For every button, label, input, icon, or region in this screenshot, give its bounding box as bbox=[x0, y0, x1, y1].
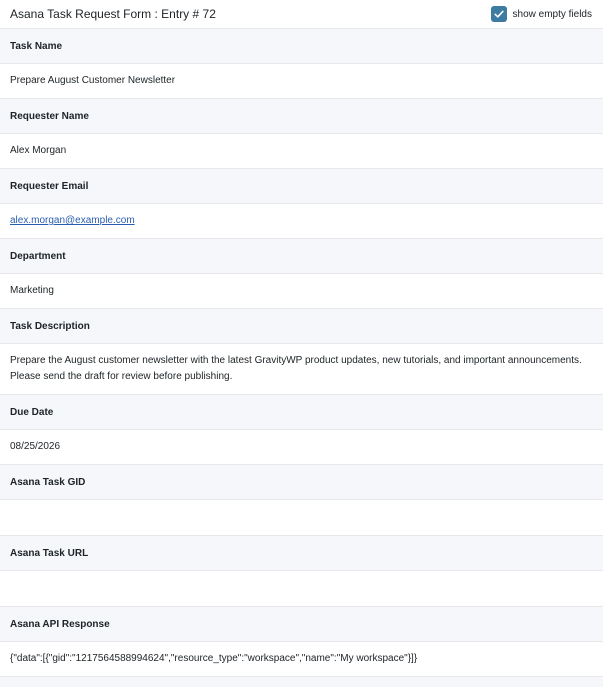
field-label-task-description: Task Description bbox=[0, 309, 603, 344]
field-value-task-name: Prepare August Customer Newsletter bbox=[0, 64, 603, 99]
field-value-due-date: 08/25/2026 bbox=[0, 430, 603, 465]
field-value-department: Marketing bbox=[0, 274, 603, 309]
field-value-asana-api-response: {"data":[{"gid":"1217564588994624","reso… bbox=[0, 642, 603, 677]
field-label-department: Department bbox=[0, 239, 603, 274]
field-value-task-description: Prepare the August customer newsletter w… bbox=[0, 344, 603, 395]
field-value-requester-email: alex.morgan@example.com bbox=[0, 204, 603, 239]
field-label-asana-task-gid: Asana Task GID bbox=[0, 465, 603, 500]
show-empty-fields-checkbox[interactable] bbox=[490, 6, 507, 22]
checkmark-icon bbox=[493, 10, 504, 18]
field-label-requester-email: Requester Email bbox=[0, 169, 603, 204]
entry-header: Asana Task Request Form : Entry # 72 sho… bbox=[0, 0, 603, 29]
field-label-asana-api-response: Asana API Response bbox=[0, 607, 603, 642]
entry-title: Asana Task Request Form : Entry # 72 bbox=[10, 7, 216, 21]
field-label-asana-task-url: Asana Task URL bbox=[0, 536, 603, 571]
panel-footer bbox=[0, 677, 603, 687]
entry-detail-panel: Asana Task Request Form : Entry # 72 sho… bbox=[0, 0, 603, 690]
field-label-requester-name: Requester Name bbox=[0, 99, 603, 134]
field-label-due-date: Due Date bbox=[0, 395, 603, 430]
field-value-asana-task-url bbox=[0, 571, 603, 607]
show-empty-fields-toggle[interactable]: show empty fields bbox=[490, 6, 592, 22]
requester-email-link[interactable]: alex.morgan@example.com bbox=[10, 213, 135, 229]
field-value-requester-name: Alex Morgan bbox=[0, 134, 603, 169]
field-label-task-name: Task Name bbox=[0, 29, 603, 64]
field-list: Task Name Prepare August Customer Newsle… bbox=[0, 29, 603, 677]
field-value-asana-task-gid bbox=[0, 500, 603, 536]
show-empty-fields-label: show empty fields bbox=[512, 8, 592, 20]
